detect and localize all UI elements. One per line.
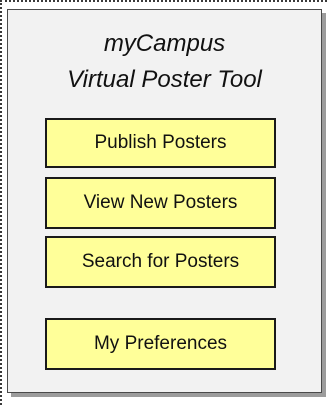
selection-border-top: [0, 0, 327, 2]
publish-posters-button[interactable]: Publish Posters: [45, 118, 276, 168]
app-title-line-2: Virtual Poster Tool: [67, 66, 262, 93]
poster-tool-panel: myCampus Virtual Poster Tool Publish Pos…: [7, 9, 322, 393]
selection-border-left: [0, 0, 2, 405]
search-for-posters-button[interactable]: Search for Posters: [45, 236, 276, 288]
my-preferences-button[interactable]: My Preferences: [45, 318, 276, 370]
view-new-posters-button[interactable]: View New Posters: [45, 177, 276, 229]
app-title-line-1: myCampus: [103, 30, 226, 57]
